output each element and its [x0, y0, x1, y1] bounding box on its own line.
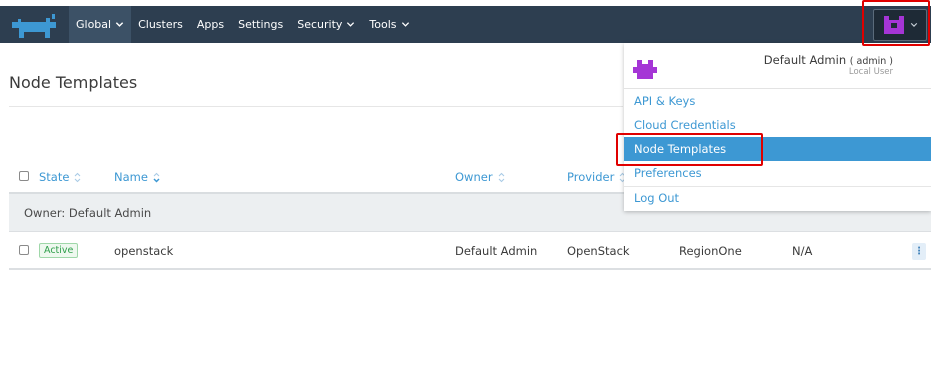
nav-tools[interactable]: Tools	[362, 6, 416, 43]
nav-clusters[interactable]: Clusters	[131, 6, 190, 43]
nav-settings-label: Settings	[238, 18, 284, 31]
status-badge: Active	[39, 243, 79, 258]
divider	[9, 106, 623, 107]
sort-icon	[75, 172, 81, 182]
user-dropdown-menu: Default Admin ( admin ) Local User API &…	[624, 43, 931, 211]
nav-apps-label: Apps	[196, 18, 225, 31]
kebab-menu-icon[interactable]: ⋮	[912, 243, 926, 260]
user-username: ( admin )	[849, 56, 893, 67]
nav-security[interactable]: Security	[290, 6, 362, 43]
column-header-provider[interactable]: Provider	[567, 170, 626, 184]
cell-region: RegionOne	[679, 244, 742, 258]
group-label: Owner: Default Admin	[24, 206, 152, 220]
cell-extra: N/A	[792, 244, 813, 258]
main-nav: Global Clusters Apps Settings Security T…	[69, 6, 417, 43]
table-row[interactable]: Active openstack Default Admin OpenStack…	[9, 233, 931, 270]
column-owner-label: Owner	[455, 170, 493, 184]
menu-item-label: Preferences	[634, 166, 702, 180]
nav-apps[interactable]: Apps	[190, 6, 231, 43]
row-checkbox[interactable]	[19, 245, 29, 255]
user-info-header: Default Admin ( admin ) Local User	[624, 43, 931, 89]
cell-provider: OpenStack	[567, 244, 630, 258]
menu-item-cloud-credentials[interactable]: Cloud Credentials	[624, 113, 931, 137]
cell-owner: Default Admin	[455, 244, 538, 258]
menu-item-preferences[interactable]: Preferences	[624, 161, 931, 185]
identicon-avatar-icon	[884, 16, 904, 34]
user-full-name: Default Admin	[763, 53, 847, 67]
user-menu-button[interactable]	[873, 9, 927, 41]
cell-name: openstack	[114, 244, 174, 258]
column-provider-label: Provider	[567, 170, 615, 184]
rancher-logo-icon[interactable]	[10, 12, 60, 38]
column-header-name[interactable]: Name	[114, 170, 160, 184]
user-display-name: Default Admin ( admin )	[764, 53, 893, 67]
nav-security-label: Security	[297, 18, 343, 31]
top-nav-bar: Global Clusters Apps Settings Security T…	[0, 6, 931, 43]
menu-item-node-templates[interactable]: Node Templates	[624, 137, 931, 161]
chevron-down-icon	[347, 22, 355, 27]
menu-item-label: Node Templates	[634, 142, 727, 156]
menu-item-api-keys[interactable]: API & Keys	[624, 89, 931, 113]
user-role: Local User	[848, 67, 893, 77]
sort-ascending-icon	[153, 172, 160, 183]
menu-item-log-out[interactable]: Log Out	[624, 186, 931, 210]
page-title: Node Templates	[9, 73, 138, 92]
nav-tools-label: Tools	[369, 18, 397, 31]
column-state-label: State	[39, 170, 70, 184]
identicon-avatar-icon	[633, 60, 657, 79]
nav-clusters-label: Clusters	[138, 18, 183, 31]
menu-item-label: Cloud Credentials	[634, 118, 736, 132]
chevron-down-icon	[401, 22, 409, 27]
nav-global[interactable]: Global	[69, 6, 132, 43]
nav-settings[interactable]: Settings	[231, 6, 290, 43]
select-all-checkbox[interactable]	[19, 171, 29, 181]
chevron-down-icon	[115, 22, 124, 27]
nav-global-label: Global	[76, 18, 112, 31]
chevron-down-icon	[910, 23, 918, 27]
menu-item-label: API & Keys	[634, 94, 696, 108]
sort-icon	[498, 172, 504, 182]
menu-item-label: Log Out	[634, 191, 680, 205]
column-header-state[interactable]: State	[39, 170, 81, 184]
column-name-label: Name	[114, 170, 148, 184]
column-header-owner[interactable]: Owner	[455, 170, 505, 184]
